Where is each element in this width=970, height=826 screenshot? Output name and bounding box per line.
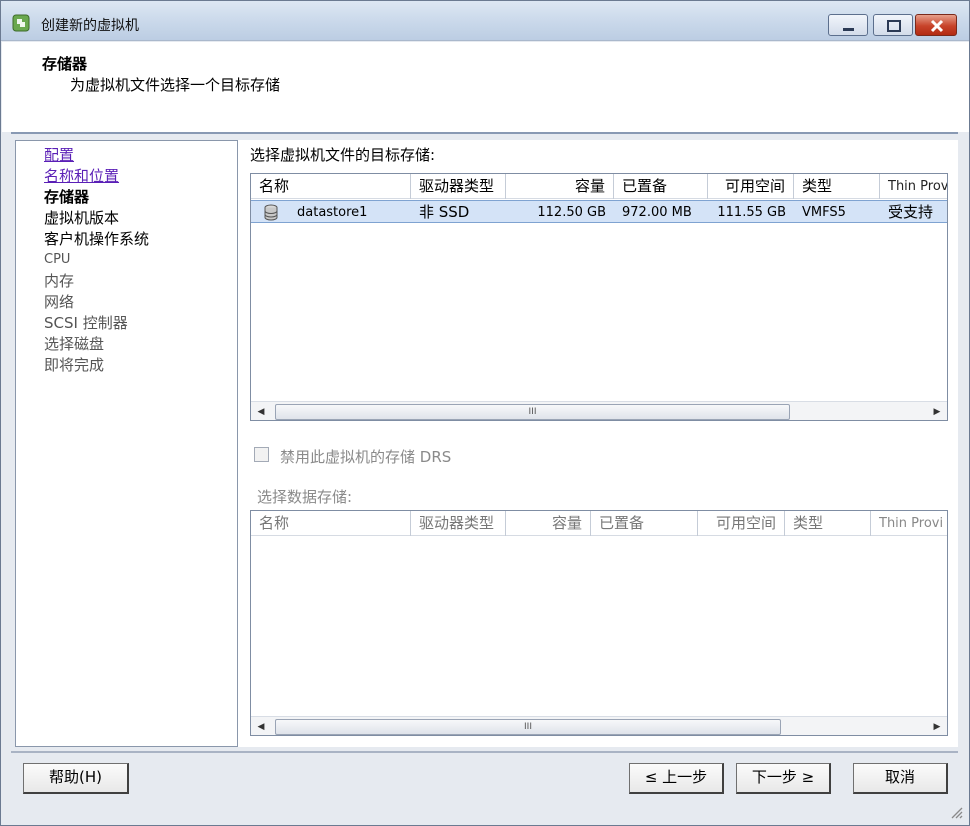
window-title: 创建新的虚拟机 [41, 18, 139, 34]
page-subtitle: 为虚拟机文件选择一个目标存储 [70, 76, 281, 94]
table-row[interactable]: datastore1 非 SSD 112.50 GB 972.00 MB 111… [251, 200, 947, 223]
col-header-provisioned[interactable]: 已置备 [591, 511, 698, 536]
cell-provisioned: 972.00 MB [622, 205, 692, 220]
col-header-free[interactable]: 可用空间 [708, 174, 794, 199]
col-header-free[interactable]: 可用空间 [698, 511, 785, 536]
nav-step-guest-os: 客户机操作系统 [44, 230, 150, 248]
wizard-header: 存储器 为虚拟机文件选择一个目标存储 [2, 42, 969, 132]
close-icon [930, 19, 944, 33]
title-bar[interactable]: 创建新的虚拟机 [1, 1, 969, 41]
scroll-thumb[interactable]: III [275, 719, 781, 735]
scroll-right-icon[interactable]: ▶ [927, 717, 947, 735]
vm-app-icon [12, 14, 30, 32]
resize-grip-icon[interactable] [947, 803, 963, 819]
wizard-step-list: 配置 名称和位置 存储器 虚拟机版本 客户机操作系统 CPU 内存 网络 SCS… [15, 140, 238, 747]
cell-drive-type: 非 SSD [419, 203, 470, 221]
disable-drs-label: 禁用此虚拟机的存储 DRS [280, 448, 452, 466]
nav-step-ready: 即将完成 [44, 356, 105, 374]
col-header-provisioned[interactable]: 已置备 [614, 174, 708, 199]
target-storage-label: 选择虚拟机文件的目标存储: [250, 146, 436, 164]
nav-step-memory: 内存 [44, 272, 75, 290]
nav-step-config[interactable]: 配置 [44, 145, 74, 165]
col-header-thin[interactable]: Thin Provi [871, 511, 947, 536]
back-button[interactable]: ≤ 上一步 [629, 763, 724, 794]
col-header-name[interactable]: 名称 [251, 174, 411, 199]
nav-step-storage: 存储器 [44, 188, 90, 206]
minimize-icon [843, 28, 854, 31]
minimize-button[interactable] [828, 14, 868, 36]
col-header-drive-type[interactable]: 驱动器类型 [411, 511, 506, 536]
col-header-name[interactable]: 名称 [251, 511, 411, 536]
col-header-capacity[interactable]: 容量 [506, 174, 614, 199]
cell-thin: 受支持 [888, 203, 934, 221]
disable-drs-checkbox[interactable] [254, 447, 269, 462]
scroll-right-icon[interactable]: ▶ [927, 402, 947, 420]
close-button[interactable] [915, 14, 957, 36]
dialog-window: 创建新的虚拟机 存储器 为虚拟机文件选择一个目标存储 配置 名称和位置 存储器 … [0, 0, 970, 826]
col-header-capacity[interactable]: 容量 [506, 511, 591, 536]
nav-step-network: 网络 [44, 293, 75, 311]
nav-step-name-location[interactable]: 名称和位置 [44, 166, 119, 186]
storage-panel: 选择虚拟机文件的目标存储: 名称 驱动器类型 容量 已置备 可用空间 类型 Th… [238, 140, 958, 747]
col-header-drive-type[interactable]: 驱动器类型 [411, 174, 506, 199]
cell-free: 111.55 GB [717, 205, 786, 220]
data-storage-label: 选择数据存储: [257, 488, 353, 506]
nav-step-select-disk: 选择磁盘 [44, 335, 105, 353]
table-header: 名称 驱动器类型 容量 已置备 可用空间 类型 Thin Provi [251, 511, 947, 536]
maximize-button[interactable] [873, 14, 913, 36]
horizontal-scrollbar[interactable]: ◀ III ▶ [251, 716, 947, 735]
target-storage-table: 名称 驱动器类型 容量 已置备 可用空间 类型 Thin Prov datast… [250, 173, 948, 421]
help-button[interactable]: 帮助(H) [23, 763, 129, 794]
table-header: 名称 驱动器类型 容量 已置备 可用空间 类型 Thin Prov [251, 174, 947, 199]
header-divider [11, 132, 958, 134]
col-header-type[interactable]: 类型 [794, 174, 880, 199]
cell-name: datastore1 [297, 205, 368, 220]
page-title: 存储器 [42, 55, 88, 73]
footer-divider [11, 751, 958, 753]
scroll-left-icon[interactable]: ◀ [251, 402, 271, 420]
horizontal-scrollbar[interactable]: ◀ III ▶ [251, 401, 947, 420]
nav-step-scsi: SCSI 控制器 [44, 314, 128, 332]
nav-step-vm-version: 虚拟机版本 [44, 209, 120, 227]
col-header-thin[interactable]: Thin Prov [880, 174, 947, 199]
scroll-thumb[interactable]: III [275, 404, 790, 420]
nav-step-cpu: CPU [44, 252, 71, 267]
maximize-icon [887, 20, 901, 32]
cell-type: VMFS5 [802, 205, 846, 220]
datastore-icon [264, 204, 278, 221]
scroll-left-icon[interactable]: ◀ [251, 717, 271, 735]
cancel-button[interactable]: 取消 [853, 763, 948, 794]
next-button[interactable]: 下一步 ≥ [736, 763, 831, 794]
data-storage-table: 名称 驱动器类型 容量 已置备 可用空间 类型 Thin Provi ◀ III… [250, 510, 948, 736]
cell-capacity: 112.50 GB [537, 205, 606, 220]
col-header-type[interactable]: 类型 [785, 511, 871, 536]
